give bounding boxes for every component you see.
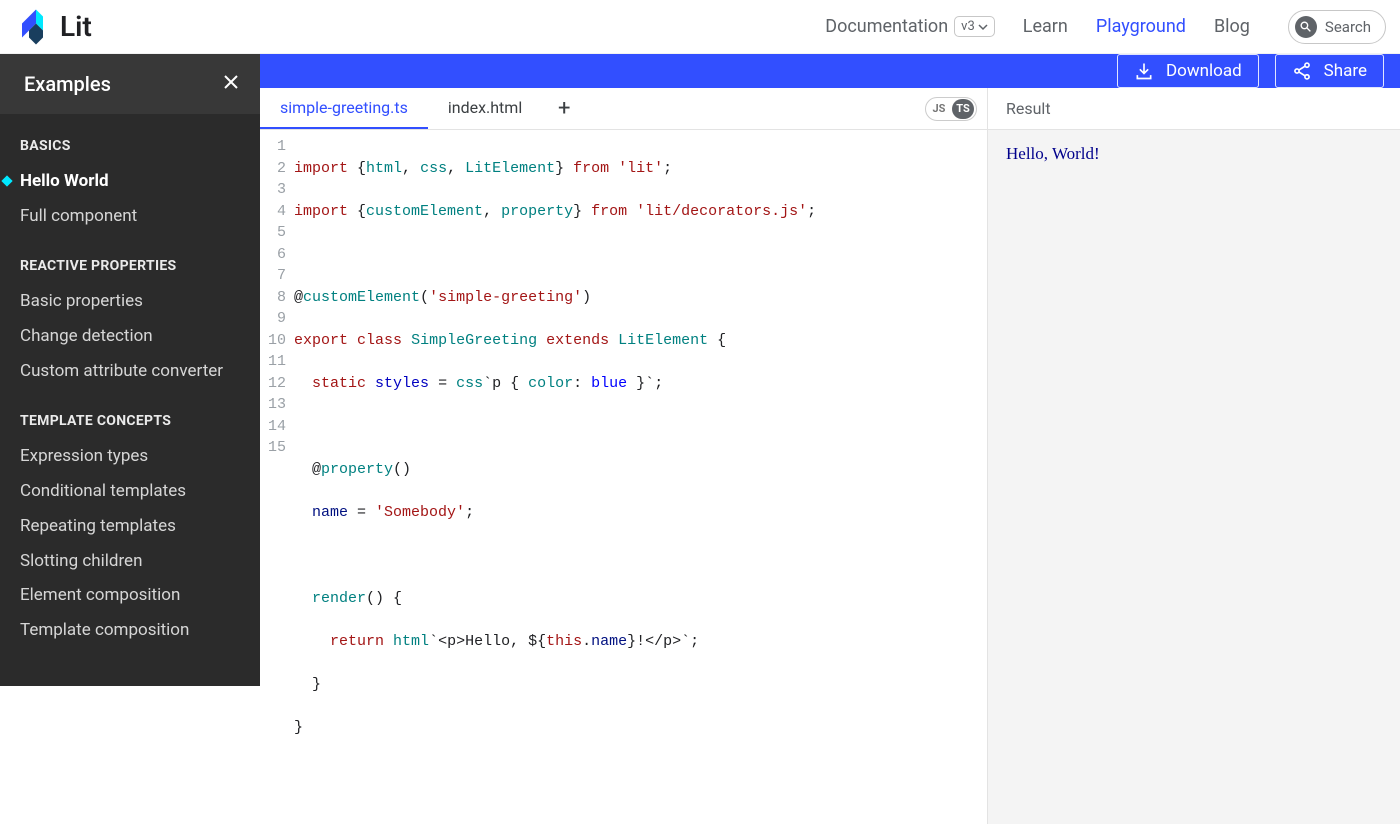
tab-index-html[interactable]: index.html	[428, 88, 542, 129]
version-label: v3	[961, 19, 975, 34]
result-output: Hello, World!	[988, 130, 1400, 824]
search-button[interactable]: Search	[1288, 10, 1386, 44]
sidebar-item[interactable]: Element composition	[0, 578, 260, 613]
download-icon	[1134, 61, 1154, 81]
chevron-down-icon	[978, 22, 988, 32]
sidebar-item-label: Change detection	[20, 326, 153, 346]
sidebar-item[interactable]: Full component	[0, 199, 260, 234]
sidebar-group-title: REACTIVE PROPERTIES	[0, 234, 260, 284]
sidebar-item-label: Element composition	[20, 585, 180, 605]
sidebar-item-label: Basic properties	[20, 291, 143, 311]
share-icon	[1292, 61, 1312, 81]
brand-name: Lit	[60, 10, 92, 43]
search-icon	[1295, 16, 1317, 38]
share-button[interactable]: Share	[1275, 54, 1384, 88]
result-panel: Result Hello, World!	[988, 88, 1400, 824]
sidebar-item-label: Template composition	[20, 620, 189, 640]
code-editor[interactable]: 123456789101112131415 import {html, css,…	[260, 130, 987, 824]
lit-logo-icon	[22, 9, 50, 45]
add-file-button[interactable]: +	[542, 88, 586, 129]
language-toggle[interactable]: JS TS	[925, 97, 977, 121]
sidebar-item-label: Conditional templates	[20, 481, 186, 501]
result-title: Result	[988, 88, 1400, 130]
playground-toolbar: Download Share	[260, 54, 1400, 88]
sidebar-item[interactable]: Custom attribute converter	[0, 354, 260, 389]
nav-documentation[interactable]: Documentation v3	[825, 16, 994, 37]
sidebar-item[interactable]: Conditional templates	[0, 474, 260, 509]
search-label: Search	[1325, 18, 1371, 36]
lang-js[interactable]: JS	[928, 99, 950, 119]
nav-learn[interactable]: Learn	[1023, 16, 1068, 37]
nav-playground[interactable]: Playground	[1096, 16, 1186, 37]
sidebar-item-label: Expression types	[20, 446, 148, 466]
tab-simple-greeting[interactable]: simple-greeting.ts	[260, 88, 428, 129]
sidebar-title: Examples	[24, 72, 111, 96]
sidebar-item-label: Full component	[20, 206, 137, 226]
nav-blog[interactable]: Blog	[1214, 16, 1250, 37]
sidebar-item[interactable]: Hello World	[0, 164, 260, 199]
sidebar-item-label: Hello World	[20, 171, 109, 191]
sidebar-item-label: Slotting children	[20, 551, 142, 571]
sidebar-item[interactable]: Template composition	[0, 613, 260, 648]
top-nav: Documentation v3 Learn Playground Blog S…	[825, 10, 1386, 44]
download-label: Download	[1166, 61, 1242, 81]
sidebar-group-title: BASICS	[0, 114, 260, 164]
sidebar-item-label: Repeating templates	[20, 516, 176, 536]
sidebar-item-label: Custom attribute converter	[20, 361, 223, 381]
close-icon[interactable]	[222, 73, 240, 95]
nav-documentation-label: Documentation	[825, 16, 948, 37]
download-button[interactable]: Download	[1117, 54, 1259, 88]
logo-wrap[interactable]: Lit	[22, 9, 92, 45]
sidebar-header: Examples	[0, 54, 260, 114]
examples-sidebar: Examples BASICS Hello World Full component…	[0, 54, 260, 686]
lang-ts[interactable]: TS	[952, 99, 974, 119]
share-label: Share	[1324, 61, 1367, 81]
sidebar-item[interactable]: Slotting children	[0, 544, 260, 579]
editor-panel: simple-greeting.ts index.html + JS TS 12…	[260, 88, 988, 824]
line-gutter: 123456789101112131415	[260, 136, 294, 824]
active-marker-icon	[1, 176, 12, 187]
version-select[interactable]: v3	[954, 16, 995, 37]
sidebar-item[interactable]: Repeating templates	[0, 509, 260, 544]
sidebar-item[interactable]: Change detection	[0, 319, 260, 354]
code-content: import {html, css, LitElement} from 'lit…	[294, 136, 987, 824]
sidebar-group-title: TEMPLATE CONCEPTS	[0, 389, 260, 439]
file-tabs: simple-greeting.ts index.html + JS TS	[260, 88, 987, 130]
app-header: Lit Documentation v3 Learn Playground Bl…	[0, 0, 1400, 54]
sidebar-item[interactable]: Basic properties	[0, 284, 260, 319]
plus-icon: +	[558, 96, 570, 121]
sidebar-item[interactable]: Expression types	[0, 439, 260, 474]
